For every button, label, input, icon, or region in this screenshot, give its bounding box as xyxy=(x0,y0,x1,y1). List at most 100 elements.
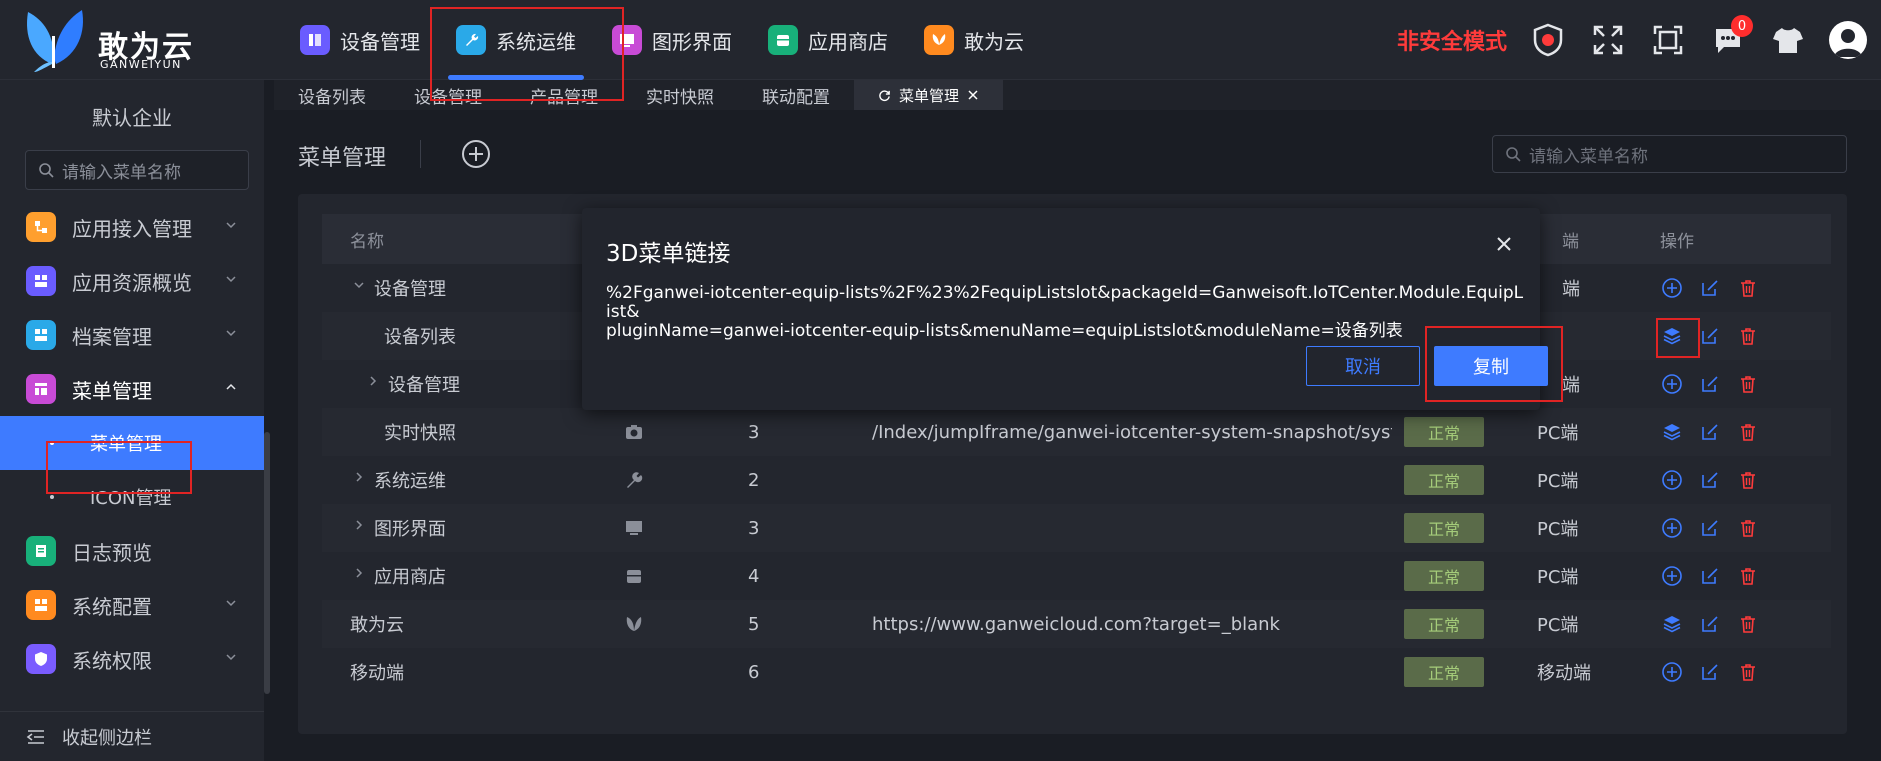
add-circle-icon[interactable] xyxy=(1660,564,1684,588)
delete-icon[interactable] xyxy=(1736,612,1760,636)
table-row[interactable]: 移动端 6 正常 移动端 xyxy=(322,648,1831,696)
dialog-link-line2: pluginName=ganwei-iotcenter-equip-lists&… xyxy=(606,321,1403,341)
store-icon xyxy=(768,25,798,55)
monitor-icon xyxy=(626,521,642,535)
add-circle-icon[interactable] xyxy=(1660,276,1684,300)
close-icon[interactable] xyxy=(967,89,979,101)
sidebar-scrollbar[interactable] xyxy=(264,432,270,694)
refresh-icon[interactable] xyxy=(878,89,891,102)
add-circle-icon[interactable] xyxy=(1660,468,1684,492)
sidebar-item-menu-mgmt[interactable]: 菜单管理 xyxy=(0,362,264,416)
fullscreen-expand-icon[interactable] xyxy=(1589,21,1627,59)
tab-menu-mgmt[interactable]: 菜单管理 xyxy=(854,80,1004,110)
add-circle-icon[interactable] xyxy=(1660,516,1684,540)
wrench-icon xyxy=(456,25,486,55)
delete-icon[interactable] xyxy=(1736,468,1760,492)
delete-icon[interactable] xyxy=(1736,372,1760,396)
shield-icon[interactable] xyxy=(1529,21,1567,59)
topnav-ganweiyun[interactable]: 敢为云 xyxy=(906,0,1042,80)
row-path: https://www.ganweicloud.com?target=_blan… xyxy=(872,613,1280,635)
layers-3d-icon[interactable] xyxy=(1660,612,1684,636)
table-row[interactable]: 实时快照 3 /Index/jumpIframe/ganwei-iotcente… xyxy=(322,408,1831,456)
topnav-device-mgmt[interactable]: 设备管理 xyxy=(282,0,438,80)
table-row[interactable]: 系统运维 2 正常 PC端 xyxy=(322,456,1831,504)
sidebar-item-label: 菜单管理 xyxy=(72,378,152,403)
sidebar-item-system-permission[interactable]: 系统权限 xyxy=(0,632,264,686)
delete-icon[interactable] xyxy=(1736,324,1760,348)
sidebar-item-app-access[interactable]: 应用接入管理 xyxy=(0,200,264,254)
table-row[interactable]: 应用商店 4 正常 PC端 xyxy=(322,552,1831,600)
sidebar-item-system-config[interactable]: 系统配置 xyxy=(0,578,264,632)
edit-icon[interactable] xyxy=(1698,516,1722,540)
enterprise-name[interactable]: 默认企业 xyxy=(0,102,264,131)
edit-icon[interactable] xyxy=(1698,276,1722,300)
chevron-right-icon[interactable] xyxy=(352,518,366,532)
edit-icon[interactable] xyxy=(1698,372,1722,396)
cancel-button[interactable]: 取消 xyxy=(1306,346,1420,386)
chevron-right-icon[interactable] xyxy=(352,566,366,580)
top-right-tools: 非安全模式 0 xyxy=(1397,0,1867,80)
tab-device-mgmt[interactable]: 设备管理 xyxy=(390,80,506,110)
message-icon[interactable]: 0 xyxy=(1709,15,1753,59)
dialog-title: 3D菜单链接 xyxy=(606,241,731,267)
edit-icon[interactable] xyxy=(1698,612,1722,636)
delete-icon[interactable] xyxy=(1736,516,1760,540)
tab-product-mgmt[interactable]: 产品管理 xyxy=(506,80,622,110)
delete-icon[interactable] xyxy=(1736,420,1760,444)
add-circle-icon[interactable] xyxy=(460,138,492,170)
table-row[interactable]: 图形界面 3 正常 PC端 xyxy=(322,504,1831,552)
menu-link-dialog: 3D菜单链接 %2Fganwei-iotcenter-equip-lists%2… xyxy=(582,208,1548,410)
tab-device-list[interactable]: 设备列表 xyxy=(274,80,390,110)
archive-icon xyxy=(26,320,56,350)
menu-search-input[interactable]: 请输入菜单名称 xyxy=(1492,135,1847,173)
sidebar-item-archive[interactable]: 档案管理 xyxy=(0,308,264,362)
collapse-label: 收起侧边栏 xyxy=(62,727,152,749)
row-name: 图形界面 xyxy=(374,519,446,540)
menu-mgmt-icon xyxy=(26,374,56,404)
delete-icon[interactable] xyxy=(1736,564,1760,588)
tab-linkage-config[interactable]: 联动配置 xyxy=(738,80,854,110)
add-circle-icon[interactable] xyxy=(1660,372,1684,396)
layers-3d-icon[interactable] xyxy=(1660,420,1684,444)
sidebar-search-input[interactable]: 请输入菜单名称 xyxy=(25,150,249,190)
logo[interactable]: 敢为云 GANWEIYUN xyxy=(22,6,262,76)
delete-icon[interactable] xyxy=(1736,276,1760,300)
sidebar-item-resource-overview[interactable]: 应用资源概览 xyxy=(0,254,264,308)
close-icon[interactable] xyxy=(1494,234,1514,254)
dialog-link-text[interactable]: %2Fganwei-iotcenter-equip-lists%2F%23%2F… xyxy=(606,284,1526,341)
edit-icon[interactable] xyxy=(1698,420,1722,444)
edit-icon[interactable] xyxy=(1698,564,1722,588)
delete-icon[interactable] xyxy=(1736,660,1760,684)
brand-sub: GANWEIYUN xyxy=(100,58,182,71)
fullscreen-frame-icon[interactable] xyxy=(1649,21,1687,59)
row-order: 2 xyxy=(748,469,760,491)
topnav-system-ops[interactable]: 系统运维 xyxy=(438,0,594,80)
sidebar-subitem-menu-mgmt[interactable]: 菜单管理 xyxy=(0,416,264,470)
row-name: 实时快照 xyxy=(384,423,456,444)
status-badge: 正常 xyxy=(1404,465,1484,495)
bullet-dot xyxy=(50,495,54,499)
topnav-graphics[interactable]: 图形界面 xyxy=(594,0,750,80)
edit-icon[interactable] xyxy=(1698,324,1722,348)
chevron-down-icon[interactable] xyxy=(352,278,366,292)
chevron-right-icon[interactable] xyxy=(352,470,366,484)
tab-realtime-snapshot[interactable]: 实时快照 xyxy=(622,80,738,110)
sidebar-item-label: 档案管理 xyxy=(72,324,152,349)
layers-3d-icon[interactable] xyxy=(1660,324,1684,348)
butterfly-icon xyxy=(626,617,642,631)
skin-shirt-icon[interactable] xyxy=(1769,21,1807,59)
sidebar-item-log-preview[interactable]: 日志预览 xyxy=(0,524,264,578)
copy-button[interactable]: 复制 xyxy=(1434,346,1548,386)
sidebar-item-label: 应用接入管理 xyxy=(72,216,192,241)
collapse-sidebar-button[interactable]: 收起侧边栏 xyxy=(0,711,264,761)
chevron-down-icon xyxy=(226,330,236,337)
add-circle-icon[interactable] xyxy=(1660,660,1684,684)
edit-icon[interactable] xyxy=(1698,660,1722,684)
user-avatar[interactable] xyxy=(1829,21,1867,59)
topnav-app-store[interactable]: 应用商店 xyxy=(750,0,906,80)
table-row[interactable]: 敢为云 5 https://www.ganweicloud.com?target… xyxy=(322,600,1831,648)
sidebar-subitem-icon-mgmt[interactable]: ICON管理 xyxy=(0,470,264,524)
edit-icon[interactable] xyxy=(1698,468,1722,492)
chevron-right-icon[interactable] xyxy=(366,374,380,388)
page-tabs: 设备列表 设备管理 产品管理 实时快照 联动配置 菜单管理 xyxy=(274,80,1881,110)
